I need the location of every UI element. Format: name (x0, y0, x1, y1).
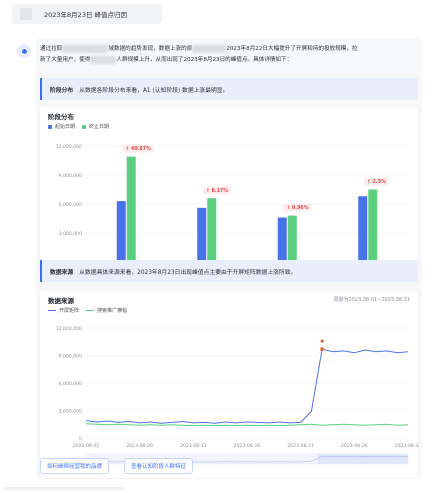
change-label: ↑ 40.87% (125, 146, 151, 152)
bar-end (126, 156, 136, 262)
bar-end (207, 198, 217, 262)
change-label: ↑ 0.96% (286, 205, 309, 211)
y-tick-label: 12,000,000 (56, 144, 82, 150)
bar-start (116, 201, 126, 262)
source-chart-card: 数据来源 周期为2023.08.01~2023.08.31 开屏矩阵 搜索推广横… (40, 290, 418, 478)
series-line (85, 423, 409, 427)
answer-panel: 通过拉取 域数据的趋势发现，数据上涨的原 2023年8月22日大幅提升了开屏和持的投… (36, 38, 422, 478)
bar-start (358, 196, 368, 262)
peak-point-marker (320, 347, 325, 352)
x-tick-label: 2023-08-06 (126, 443, 153, 449)
change-label: ↑ 8.17% (206, 188, 229, 194)
peak-point-marker (320, 339, 324, 343)
y-tick-label: 3,000,000 (59, 231, 82, 237)
y-tick-label: 3,000,000 (59, 408, 82, 414)
x-tick-label: 2023-08-31 (395, 443, 418, 449)
x-tick-label: 2023-08-11 (180, 443, 207, 449)
redacted-text (192, 44, 227, 53)
bar-start (277, 217, 287, 262)
x-tick-label: 2023-08-16 (234, 443, 261, 449)
series-line (85, 348, 409, 424)
x-tick-label: 2023-08-26 (341, 443, 368, 449)
answer-intro: 通过拉取 域数据的趋势发现，数据上涨的原 2023年8月22日大幅提升了开屏和持的投… (40, 44, 358, 64)
user-avatar (20, 8, 32, 20)
assistant-logo-icon (17, 44, 31, 58)
x-tick-label: 2023-08-01 (73, 443, 100, 449)
y-tick-label: 6,000,000 (59, 202, 82, 208)
y-tick-label: 6,000,000 (59, 381, 82, 387)
bar-start (197, 207, 207, 262)
cognition-stage-button[interactable]: 查看认知阶段人群特征 (124, 458, 194, 474)
redacted-text (62, 44, 109, 53)
stage-highlight: 阶段分布 从数据各阶段分布来看，A1 (认知阶段) 数据上涨最明显。 (40, 78, 418, 100)
change-label: ↑ 2.3% (367, 179, 386, 185)
source-line-chart: 12,000,0009,000,0006,000,0003,000,000020… (56, 326, 418, 465)
query-bar: 2023年8月23日 峰值点归因 (12, 4, 162, 24)
bar-end (368, 189, 378, 262)
range-slider-window (317, 454, 408, 464)
redacted-text (90, 55, 117, 64)
y-tick-label: 12,000,000 (56, 326, 82, 332)
bottom-divider (4, 487, 124, 490)
y-tick-label: 0 (79, 436, 82, 442)
y-tick-label: 9,000,000 (59, 173, 82, 179)
brand-operation-button[interactable]: 如何继续经营我的品牌 (40, 458, 110, 474)
source-highlight: 数据来源 从数据具体来源来看，2023年8月23日出现峰值点主要由于开屏矩阵数据… (40, 260, 418, 282)
x-tick-label: 2023-08-21 (287, 443, 314, 449)
query-text: 2023年8月23日 峰值点归因 (44, 11, 128, 19)
bar-end (287, 215, 297, 262)
y-tick-label: 9,000,000 (59, 353, 82, 359)
stage-chart-card: 阶段分布 起始日期 终止日期 12,000,000 9,000,000 6,000,… (40, 106, 418, 276)
stage-bar-chart: 12,000,0009,000,0006,000,0003,000,0000↑ … (56, 144, 408, 273)
